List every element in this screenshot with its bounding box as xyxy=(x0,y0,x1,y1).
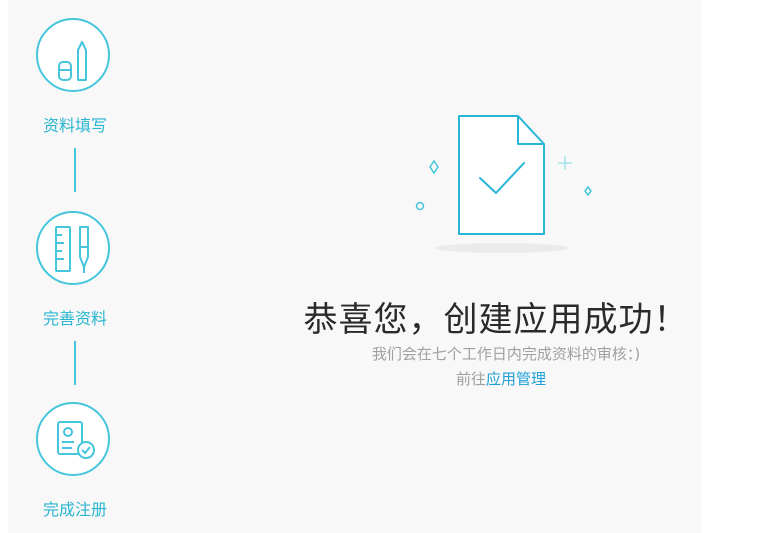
step-connector xyxy=(74,148,76,192)
goto-prefix: 前往 xyxy=(455,370,486,388)
step-1-circle xyxy=(36,18,110,92)
review-message: 我们会在七个工作日内完成资料的审核：) xyxy=(371,345,641,363)
success-document-icon xyxy=(415,115,592,253)
app-management-link[interactable]: 应用管理 xyxy=(486,370,546,388)
progress-steps: 资料填写 完善资料 完成注册 xyxy=(26,0,124,533)
success-title: 恭喜您，创建应用成功！ xyxy=(303,300,689,340)
id-card-check-icon xyxy=(57,421,95,459)
step-3-label: 完成注册 xyxy=(42,500,107,519)
step-3-circle xyxy=(36,402,110,476)
step-2-circle xyxy=(36,211,110,285)
step-connector xyxy=(74,341,76,385)
goto-line: 前往应用管理 xyxy=(300,368,702,389)
ruler-pen-icon xyxy=(55,226,89,273)
pencil-eraser-icon xyxy=(58,41,87,81)
step-2-label: 完善资料 xyxy=(42,309,107,328)
step-1-label: 资料填写 xyxy=(42,116,107,135)
